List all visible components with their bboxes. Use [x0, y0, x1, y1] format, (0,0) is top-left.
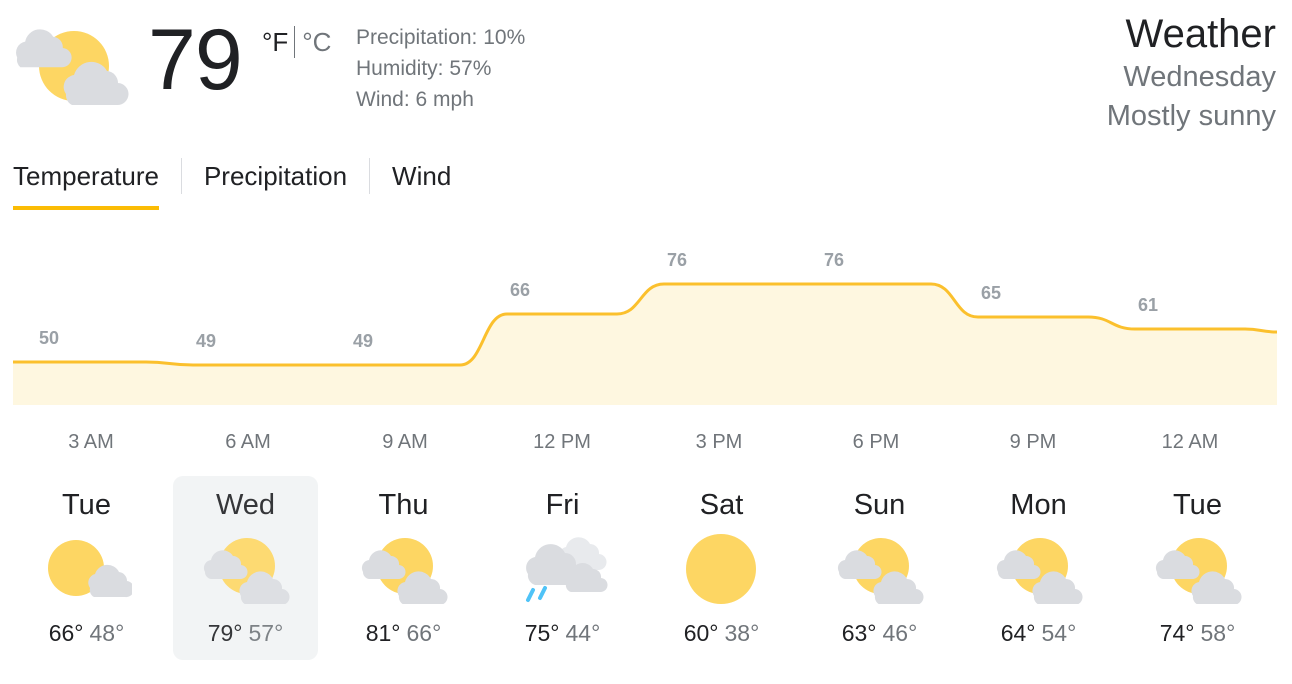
current-day: Wednesday — [1123, 61, 1276, 93]
low-temp: 46° — [882, 620, 918, 646]
low-temp: 38° — [724, 620, 760, 646]
day-forecast-tue-next[interactable]: Tue 74° 58° — [1125, 476, 1270, 660]
day-forecast-sun[interactable]: Sun 63° 46° — [807, 476, 952, 660]
time-label: 12 AM — [1161, 431, 1219, 453]
high-temp: 79° — [207, 620, 243, 646]
day-name: Wed — [215, 489, 276, 521]
partly-cloudy-icon — [14, 22, 132, 112]
low-temp: 57° — [248, 620, 284, 646]
high-temp: 63° — [841, 620, 877, 646]
current-condition: Mostly sunny — [1106, 100, 1276, 132]
day-name: Thu — [378, 489, 429, 521]
low-temp: 54° — [1041, 620, 1077, 646]
celsius-unit-button[interactable]: °C — [302, 24, 331, 60]
high-temp: 81° — [365, 620, 401, 646]
partly-cloudy-icon — [359, 534, 449, 606]
time-label: 9 PM — [1009, 431, 1057, 453]
partly-cloudy-icon — [835, 534, 925, 606]
time-label: 9 AM — [382, 431, 428, 453]
temperature-data-label: 76 — [667, 250, 687, 270]
weather-summary: Weather Wednesday Mostly sunny — [1107, 10, 1276, 136]
low-temp: 66° — [406, 620, 442, 646]
precipitation-text: Precipitation: 10% — [356, 26, 526, 49]
tab-precipitation[interactable]: Precipitation — [204, 156, 347, 210]
partly-cloudy-icon — [1153, 534, 1243, 606]
unit-divider — [294, 26, 296, 58]
time-label: 6 PM — [852, 431, 900, 453]
time-label: 12 PM — [533, 431, 591, 453]
temperature-chart: 50 49 49 66 76 76 65 61 — [13, 250, 1278, 405]
temperature-data-label: 49 — [196, 331, 216, 351]
day-name: Sun — [853, 489, 906, 521]
current-details: Precipitation: 10% Humidity: 57% Wind: 6… — [356, 22, 525, 115]
temperature-data-label: 66 — [510, 280, 530, 300]
day-forecast-sat[interactable]: Sat 60° 38° — [649, 476, 794, 660]
time-label: 3 PM — [695, 431, 743, 453]
tab-divider — [180, 158, 182, 194]
wind-text: Wind: 6 mph — [356, 88, 474, 111]
day-name: Mon — [1010, 489, 1067, 521]
temperature-data-label: 65 — [981, 283, 1001, 303]
fahrenheit-unit-button[interactable]: °F — [262, 24, 288, 60]
day-name: Tue — [62, 489, 111, 521]
chart-tabs: Temperature Precipitation Wind — [13, 156, 451, 212]
time-label: 6 AM — [225, 431, 271, 453]
tab-temperature[interactable]: Temperature — [13, 156, 159, 210]
high-temp: 64° — [1000, 620, 1036, 646]
partly-cloudy-icon — [994, 534, 1084, 606]
partly-cloudy-icon — [201, 534, 291, 606]
high-temp: 74° — [1159, 620, 1195, 646]
day-forecast-mon[interactable]: Mon 64° 54° — [966, 476, 1111, 660]
sun-cloud-icon — [42, 534, 135, 604]
weather-title: Weather — [1125, 12, 1276, 56]
low-temp: 48° — [89, 620, 125, 646]
temperature-data-label: 50 — [39, 328, 59, 348]
temperature-data-label: 76 — [824, 250, 844, 270]
day-forecast-fri[interactable]: Fri 75° 44° — [490, 476, 635, 660]
high-temp: 66° — [48, 620, 84, 646]
time-label: 3 AM — [68, 431, 114, 453]
humidity-text: Humidity: 57% — [356, 57, 492, 80]
current-temperature: 79 — [148, 12, 243, 108]
temperature-data-label: 61 — [1138, 295, 1158, 315]
temperature-data-label: 49 — [353, 331, 373, 351]
unit-toggle: °F °C — [262, 24, 331, 60]
high-temp: 60° — [683, 620, 719, 646]
sunny-icon — [677, 534, 767, 604]
day-name: Tue — [1173, 489, 1222, 521]
day-forecast-thu[interactable]: Thu 81° 66° — [331, 476, 476, 660]
low-temp: 58° — [1200, 620, 1236, 646]
high-temp: 75° — [524, 620, 560, 646]
day-forecast-tue[interactable]: Tue 66° 48° — [14, 476, 159, 660]
day-name: Sat — [699, 489, 744, 521]
day-name: Fri — [545, 489, 580, 521]
day-forecast-wed[interactable]: Wed 79° 57° — [173, 476, 318, 660]
low-temp: 44° — [565, 620, 601, 646]
tab-divider — [369, 158, 371, 194]
rain-icon — [518, 534, 608, 604]
tab-wind[interactable]: Wind — [392, 156, 451, 210]
